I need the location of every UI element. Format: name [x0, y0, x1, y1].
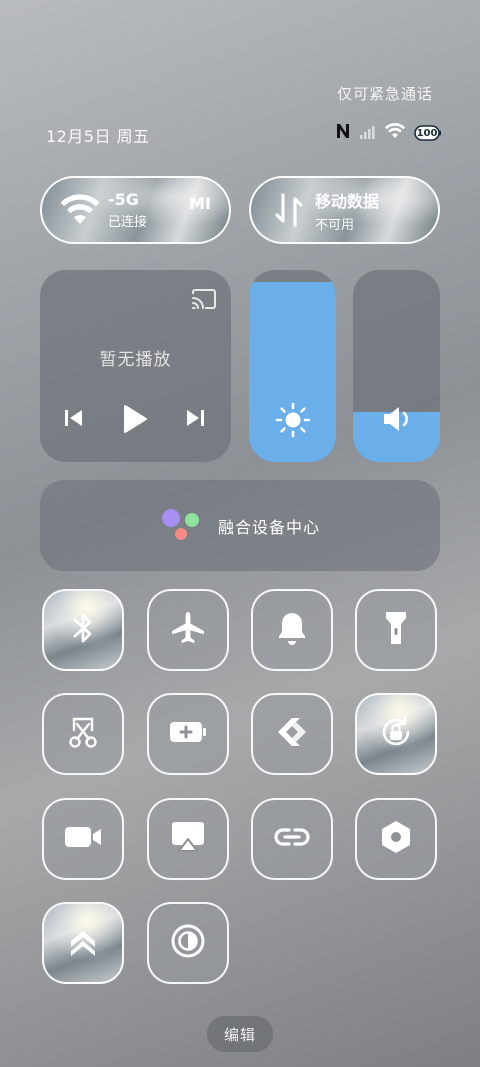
- battery-icon: 100: [414, 124, 442, 142]
- hexagon-gear-icon: [379, 819, 413, 859]
- brightness-slider[interactable]: [249, 270, 336, 462]
- bluetooth-toggle[interactable]: [42, 589, 124, 671]
- status-bar-icons: 100: [335, 122, 442, 144]
- play-icon[interactable]: [122, 404, 148, 434]
- airplane-icon: [170, 610, 206, 650]
- contrast-circle-icon: [170, 923, 206, 963]
- previous-track-icon[interactable]: [64, 408, 84, 428]
- volume-slider[interactable]: [353, 270, 440, 462]
- wifi-status-icon: [385, 122, 405, 143]
- volume-icon: [353, 404, 440, 434]
- edit-button[interactable]: 编辑: [207, 1016, 273, 1052]
- nfc-icon: [335, 122, 351, 144]
- media-player-card[interactable]: 暂无播放: [40, 270, 231, 462]
- mobile-data-status: 不可用: [315, 217, 355, 233]
- flashlight-toggle[interactable]: [355, 589, 437, 671]
- bluetooth-icon: [70, 611, 96, 649]
- airplane-mode-toggle[interactable]: [147, 589, 229, 671]
- wifi-status: 已连接: [108, 215, 148, 230]
- date-label: 12月5日 周五: [46, 127, 150, 146]
- cast-icon[interactable]: [191, 288, 217, 314]
- performance-mode-toggle[interactable]: [42, 902, 124, 984]
- wifi-network-name: -5G: [108, 190, 139, 209]
- scissors-icon: [66, 714, 100, 754]
- contrast-mode-toggle[interactable]: [147, 902, 229, 984]
- share-arrows-icon: [274, 714, 310, 754]
- wifi-icon: [60, 190, 100, 230]
- rotation-lock-toggle[interactable]: [355, 693, 437, 775]
- signal-icon: [360, 124, 376, 143]
- airplay-icon: [169, 819, 207, 859]
- wifi-toggle[interactable]: -5G 已连接 MI: [40, 176, 231, 244]
- fusion-dots-icon: [160, 507, 202, 545]
- emergency-call-notice: 仅可紧急通话: [336, 85, 433, 103]
- screen-record-toggle[interactable]: [42, 798, 124, 880]
- data-transfer-icon: [271, 190, 307, 230]
- rotation-lock-icon: [378, 714, 414, 754]
- flashlight-icon: [383, 609, 409, 651]
- ringer-toggle[interactable]: [251, 589, 333, 671]
- fusion-device-center-button[interactable]: 融合设备中心: [40, 480, 440, 571]
- link-share-toggle[interactable]: [251, 693, 333, 775]
- screenshot-toggle[interactable]: [42, 693, 124, 775]
- interconnect-toggle[interactable]: [251, 798, 333, 880]
- next-track-icon[interactable]: [185, 408, 205, 428]
- battery-level-text: 100: [416, 127, 438, 139]
- video-camera-icon: [63, 824, 103, 854]
- screen-cast-toggle[interactable]: [147, 798, 229, 880]
- fusion-device-center-label: 融合设备中心: [217, 517, 320, 537]
- double-chevron-up-icon: [68, 925, 98, 961]
- settings-toggle[interactable]: [355, 798, 437, 880]
- brightness-icon: [249, 402, 336, 438]
- battery-saver-toggle[interactable]: [147, 693, 229, 775]
- mobile-data-toggle[interactable]: 移动数据 不可用: [249, 176, 440, 244]
- link-chain-icon: [272, 821, 312, 857]
- bell-icon: [276, 610, 308, 650]
- battery-plus-icon: [168, 719, 208, 749]
- mobile-data-label: 移动数据: [315, 191, 380, 211]
- no-media-text: 暂无播放: [99, 350, 172, 370]
- wifi-network-suffix: MI: [189, 194, 211, 213]
